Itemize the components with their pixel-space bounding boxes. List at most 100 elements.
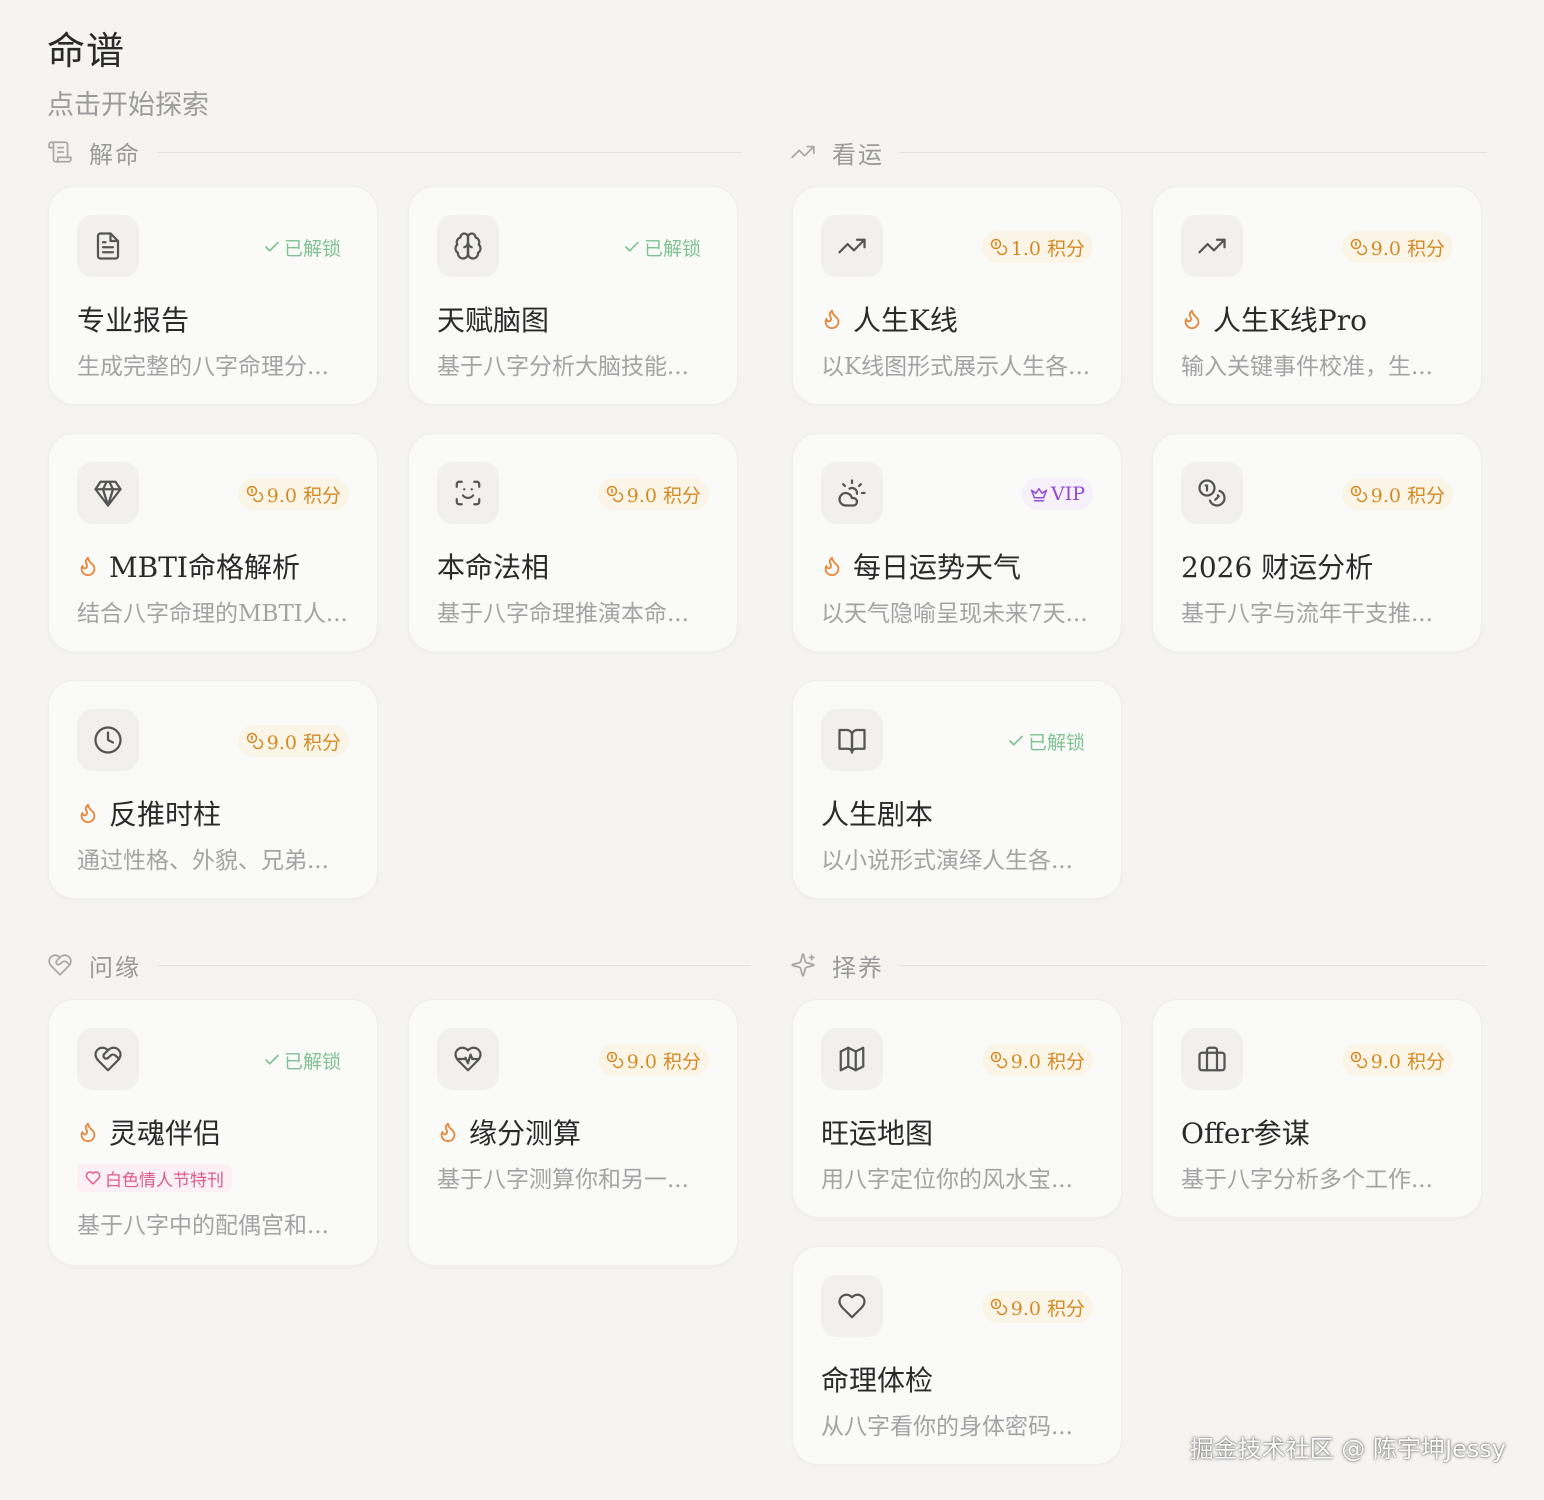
coins-icon <box>1350 1051 1367 1069</box>
sparkles-icon <box>790 951 818 979</box>
heart-handshake-icon <box>77 1028 139 1090</box>
watermark: 掘金技术社区 @ 陈宇坤Jessy <box>1189 1435 1506 1463</box>
map-icon <box>821 1028 883 1090</box>
crown-icon <box>1030 488 1048 502</box>
points-badge: 9.0 积分 <box>597 1044 709 1076</box>
brain-icon <box>437 215 499 277</box>
face-scan-icon <box>437 462 499 524</box>
section-divider <box>157 151 741 153</box>
flame-icon <box>824 556 840 577</box>
unlocked-badge: 已解锁 <box>615 231 709 263</box>
coins-icon <box>1350 238 1367 256</box>
flame-icon <box>80 556 96 577</box>
check-icon <box>1009 735 1023 746</box>
check-icon <box>265 1054 279 1065</box>
card-shizhu[interactable]: 9.0 积分 反推时柱 通过性格、外貌、兄弟... <box>48 680 378 899</box>
card-title: 人生K线 <box>853 304 958 337</box>
check-icon <box>625 241 639 252</box>
card-description: 基于八字与流年干支推... <box>1181 601 1433 627</box>
card-title: 2026 财运分析 <box>1181 551 1374 584</box>
card-description: 以K线图形式展示人生各... <box>821 354 1091 380</box>
points-badge: 9.0 积分 <box>981 1291 1093 1323</box>
heart-outline-icon <box>85 1171 101 1185</box>
card-description: 生成完整的八字命理分... <box>77 354 329 380</box>
card-soulmate[interactable]: 已解锁 灵魂伴侣 白色情人节特刊 基于八字中的配偶宫和... <box>48 999 378 1266</box>
points-badge: 9.0 积分 <box>597 478 709 510</box>
section-header-kanyun: 看运 <box>790 134 1487 170</box>
section-label: 看运 <box>832 140 884 169</box>
clock-icon <box>77 709 139 771</box>
card-title: 每日运势天气 <box>853 551 1022 584</box>
coins-icon <box>1350 485 1367 503</box>
check-icon <box>265 241 279 252</box>
section-header-wenyuan: 问缘 <box>47 947 751 983</box>
vip-badge: VIP <box>1021 478 1093 510</box>
coins-icon <box>246 485 263 503</box>
flame-icon <box>80 1122 96 1143</box>
card-description: 基于八字命理推演本命... <box>437 601 689 627</box>
card-title: 灵魂伴侣 <box>109 1117 222 1150</box>
card-kline-pro[interactable]: 9.0 积分 人生K线Pro 输入关键事件校准，生... <box>1152 186 1482 405</box>
card-description: 从八字看你的身体密码... <box>821 1414 1073 1440</box>
section-header-jieming: 解命 <box>47 134 741 170</box>
card-title: 人生K线Pro <box>1213 304 1368 337</box>
card-description: 以天气隐喻呈现未来7天... <box>821 601 1088 627</box>
card-description: 基于八字分析多个工作... <box>1181 1167 1433 1193</box>
card-title: 天赋脑图 <box>437 304 550 337</box>
coins-icon <box>1181 462 1243 524</box>
card-title: 旺运地图 <box>821 1117 934 1150</box>
card-description: 基于八字中的配偶宫和... <box>77 1213 329 1239</box>
card-kline[interactable]: 1.0 积分 人生K线 以K线图形式展示人生各... <box>792 186 1122 405</box>
card-title: 人生剧本 <box>821 798 934 831</box>
card-talent[interactable]: 已解锁 天赋脑图 基于八字分析大脑技能... <box>408 186 738 405</box>
coins-icon <box>606 485 623 503</box>
card-description: 通过性格、外貌、兄弟... <box>77 848 329 874</box>
coins-icon <box>990 1051 1007 1069</box>
heart-handshake-icon <box>47 951 75 979</box>
promo-tag: 白色情人节特刊 <box>77 1164 232 1192</box>
card-title: Offer参谋 <box>1181 1117 1310 1150</box>
points-badge: 9.0 积分 <box>981 1044 1093 1076</box>
flame-icon <box>824 309 840 330</box>
unlocked-badge: 已解锁 <box>255 231 349 263</box>
card-script[interactable]: 已解锁 人生剧本 以小说形式演绎人生各... <box>792 680 1122 899</box>
section-label: 择养 <box>832 953 884 982</box>
section-header-zeyang: 择养 <box>790 947 1487 983</box>
card-wealth[interactable]: 9.0 积分 2026 财运分析 基于八字与流年干支推... <box>1152 433 1482 652</box>
unlocked-badge: 已解锁 <box>999 725 1093 757</box>
card-health[interactable]: 9.0 积分 命理体检 从八字看你的身体密码... <box>792 1246 1122 1465</box>
points-badge: 9.0 积分 <box>1341 231 1453 263</box>
points-badge: 9.0 积分 <box>237 478 349 510</box>
heart-pulse-icon <box>437 1028 499 1090</box>
card-title: 缘分测算 <box>469 1117 582 1150</box>
card-title: 专业报告 <box>77 304 190 337</box>
flame-icon <box>1184 309 1200 330</box>
points-badge: 9.0 积分 <box>1341 1044 1453 1076</box>
card-faxiang[interactable]: 9.0 积分 本命法相 基于八字命理推演本命... <box>408 433 738 652</box>
section-label: 问缘 <box>89 953 141 982</box>
trending-up-icon <box>1181 215 1243 277</box>
card-offer[interactable]: 9.0 积分 Offer参谋 基于八字分析多个工作... <box>1152 999 1482 1218</box>
coins-icon <box>990 238 1007 256</box>
scroll-icon <box>47 138 75 166</box>
book-open-icon <box>821 709 883 771</box>
coins-icon <box>990 1298 1007 1316</box>
trending-up-icon <box>790 138 818 166</box>
card-report[interactable]: 已解锁 专业报告 生成完整的八字命理分... <box>48 186 378 405</box>
card-title: MBTI命格解析 <box>109 551 300 584</box>
card-description: 输入关键事件校准，生... <box>1181 354 1433 380</box>
card-description: 基于八字测算你和另一... <box>437 1167 689 1193</box>
coins-icon <box>246 732 263 750</box>
card-description: 用八字定位你的风水宝... <box>821 1167 1073 1193</box>
card-map[interactable]: 9.0 积分 旺运地图 用八字定位你的风水宝... <box>792 999 1122 1218</box>
card-mbti[interactable]: 9.0 积分 MBTI命格解析 结合八字命理的MBTI人... <box>48 433 378 652</box>
points-badge: 9.0 积分 <box>237 725 349 757</box>
heart-icon <box>821 1275 883 1337</box>
points-badge: 1.0 积分 <box>981 231 1093 263</box>
card-description: 结合八字命理的MBTI人... <box>77 601 348 627</box>
section-divider <box>900 964 1487 966</box>
page-subtitle: 点击开始探索 <box>47 90 209 121</box>
gem-icon <box>77 462 139 524</box>
card-daily[interactable]: VIP 每日运势天气 以天气隐喻呈现未来7天... <box>792 433 1122 652</box>
card-yuanfen[interactable]: 9.0 积分 缘分测算 基于八字测算你和另一... <box>408 999 738 1266</box>
